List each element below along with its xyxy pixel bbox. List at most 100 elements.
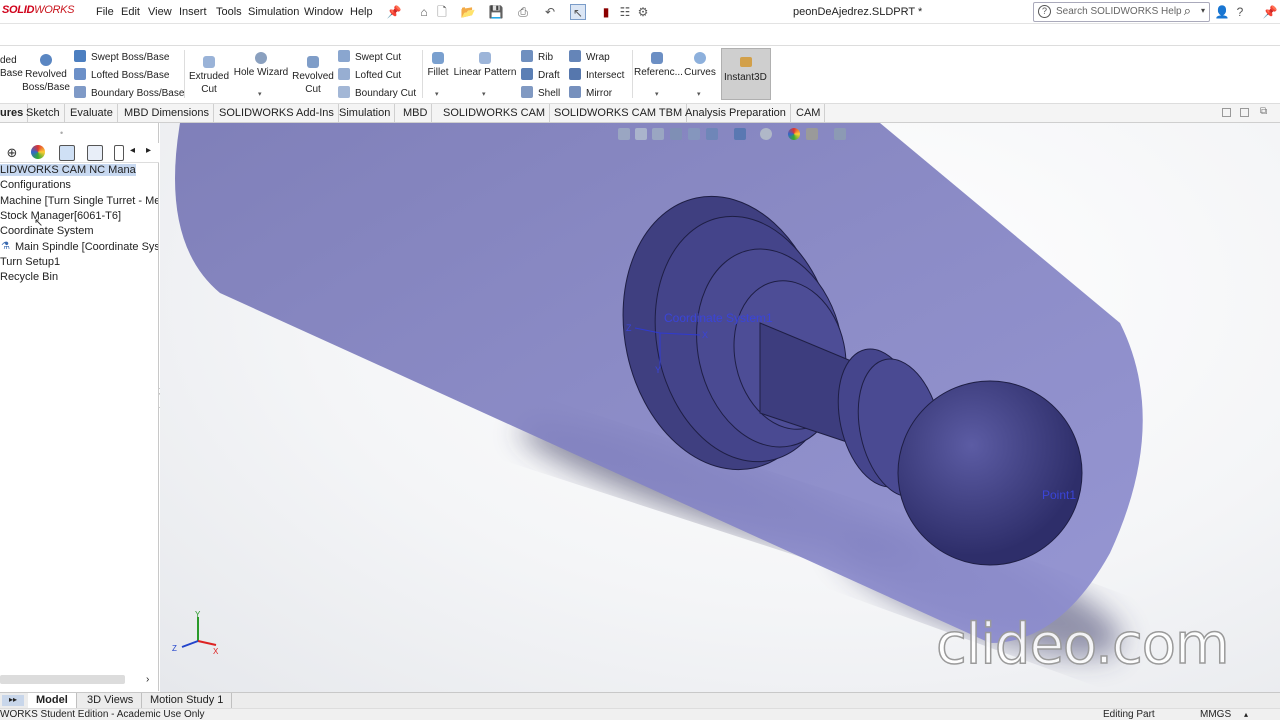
tab-mbd[interactable]: MBD — [399, 104, 433, 122]
menu-view[interactable]: View — [148, 6, 172, 18]
menu-simulation[interactable]: Simulation — [248, 6, 299, 18]
dynamic-annotation-icon[interactable] — [688, 128, 700, 140]
tree-item-cam-nc-manager[interactable]: LIDWORKS CAM NC Manager — [0, 164, 136, 176]
scroll-right-icon[interactable]: › — [146, 674, 149, 685]
select-pointer-icon[interactable]: ↖ — [570, 4, 586, 20]
appearance-tab-icon[interactable] — [31, 145, 45, 159]
solidworks-logo[interactable]: SOLIDWORKS — [2, 4, 74, 16]
tab-scroll-arrows[interactable]: ▸▸ — [2, 695, 24, 706]
swept-boss-button[interactable]: Swept Boss/Base — [74, 50, 169, 64]
expand-icon[interactable]: ⧉ — [1260, 106, 1267, 117]
chevron-down-icon[interactable]: ▾ — [1201, 6, 1205, 15]
chevron-down-icon[interactable]: ▾ — [655, 90, 659, 98]
swept-cut-button[interactable]: Swept Cut — [338, 50, 401, 64]
linear-pattern-button[interactable]: Linear Pattern — [453, 52, 517, 79]
search-input[interactable]: Search SOLIDWORKS Help — [1056, 6, 1182, 17]
traffic-light-icon[interactable]: ▮ — [598, 4, 614, 20]
section-view-icon[interactable] — [670, 128, 682, 140]
menu-file[interactable]: File — [96, 6, 114, 18]
instant3d-button[interactable]: Instant3D — [721, 48, 771, 100]
tab-3d-views[interactable]: 3D Views — [79, 693, 143, 708]
fillet-button[interactable]: Fillet — [424, 52, 452, 79]
menu-tools[interactable]: Tools — [216, 6, 242, 18]
tree-horizontal-scrollbar[interactable] — [0, 675, 125, 684]
restore-icon[interactable] — [1222, 108, 1231, 117]
revolved-boss-button[interactable]: Revolved Boss/Base — [22, 54, 70, 94]
extruded-boss-button[interactable]: ded Base — [0, 54, 23, 80]
view-orientation-icon[interactable] — [706, 128, 718, 140]
cam-operation-tree-icon[interactable] — [87, 145, 103, 161]
shell-button[interactable]: Shell — [521, 86, 560, 100]
tab-simulation[interactable]: Simulation — [335, 104, 396, 122]
print-icon[interactable]: ⎙ — [515, 4, 531, 20]
zoom-area-icon[interactable] — [635, 128, 647, 140]
tree-item-main-spindle[interactable]: Main Spindle [Coordinate Syste — [15, 241, 158, 253]
menu-help[interactable]: Help — [350, 6, 373, 18]
tree-item-turn-setup[interactable]: Turn Setup1 — [0, 256, 158, 268]
tree-item-configurations[interactable]: Configurations — [0, 179, 158, 191]
chevron-down-icon[interactable]: ▾ — [435, 90, 439, 98]
chevron-down-icon[interactable]: ▾ — [697, 90, 701, 98]
tab-solidworks-cam[interactable]: SOLIDWORKS CAM — [439, 104, 551, 122]
menu-insert[interactable]: Insert — [179, 6, 207, 18]
search-icon[interactable]: ⌕ — [1184, 3, 1191, 19]
boundary-boss-button[interactable]: Boundary Boss/Base — [74, 86, 184, 100]
edit-appearance-icon[interactable] — [788, 128, 800, 140]
tab-solidworks-cam-tbm[interactable]: SOLIDWORKS CAM TBM — [550, 104, 688, 122]
boundary-cut-button[interactable]: Boundary Cut — [338, 86, 416, 100]
search-help-box[interactable]: ? Search SOLIDWORKS Help ⌕ ▾ — [1033, 2, 1210, 22]
zoom-to-fit-icon[interactable] — [618, 128, 630, 140]
tree-item-machine[interactable]: Machine [Turn Single Turret - Metr — [0, 195, 158, 207]
feature-manager-tab-icon[interactable]: ⊕ — [4, 145, 20, 161]
reference-geometry-button[interactable]: Referenc... — [634, 52, 683, 79]
curves-button[interactable]: Curves — [683, 52, 717, 79]
wrap-button[interactable]: Wrap — [569, 50, 610, 64]
hole-wizard-button[interactable]: Hole Wizard — [233, 52, 289, 79]
tab-solidworks-add-ins[interactable]: SOLIDWORKS Add-Ins — [215, 104, 339, 122]
coordinate-system-label[interactable]: Coordinate System1 — [664, 311, 773, 325]
draft-button[interactable]: Draft — [521, 68, 560, 82]
save-icon[interactable]: 💾 — [488, 4, 504, 20]
units-dropdown-icon[interactable]: ▴ — [1244, 709, 1248, 721]
lofted-cut-button[interactable]: Lofted Cut — [338, 68, 401, 82]
intersect-button[interactable]: Intersect — [569, 68, 624, 82]
file-properties-icon[interactable]: ☷ — [617, 4, 633, 20]
lofted-boss-button[interactable]: Lofted Boss/Base — [74, 68, 169, 82]
tab-evaluate[interactable]: Evaluate — [66, 104, 118, 122]
tab-mbd-dimensions[interactable]: MBD Dimensions — [120, 104, 214, 122]
tree-item-stock-manager[interactable]: Stock Manager[6061-T6] — [0, 210, 158, 222]
help-icon[interactable]: ? — [1232, 4, 1248, 20]
open-folder-icon[interactable]: 📂 — [460, 4, 476, 20]
user-icon[interactable]: 👤 — [1214, 4, 1230, 20]
tab-motion-study-1[interactable]: Motion Study 1 — [142, 693, 233, 708]
point-label[interactable]: Point1 — [1042, 488, 1076, 502]
display-style-icon[interactable] — [734, 128, 746, 140]
units-status[interactable]: MMGS — [1200, 709, 1231, 721]
pin-icon[interactable]: 📌 — [386, 4, 402, 20]
pin-panel-icon[interactable]: 📌 — [1262, 4, 1278, 20]
chevron-left-icon[interactable]: ◂ — [130, 145, 135, 156]
menu-edit[interactable]: Edit — [121, 6, 140, 18]
maximize-icon[interactable] — [1240, 108, 1249, 117]
hide-show-items-icon[interactable] — [760, 128, 772, 140]
chevron-down-icon[interactable]: ▾ — [258, 90, 262, 98]
rib-button[interactable]: Rib — [521, 50, 553, 64]
tab-analysis-preparation[interactable]: Analysis Preparation — [681, 104, 791, 122]
extruded-cut-button[interactable]: Extruded Cut — [187, 56, 231, 96]
cam-feature-tree-icon[interactable] — [59, 145, 75, 161]
graphics-area[interactable]: Coordinate System1 Z Y X Point1 Y X Z — [160, 123, 1280, 692]
undo-icon[interactable]: ↶ — [542, 4, 558, 20]
panel-grip-icon[interactable]: • — [60, 128, 63, 138]
tab-model[interactable]: Model — [28, 693, 77, 708]
new-document-icon[interactable]: 🗋 — [434, 4, 450, 20]
home-icon[interactable]: ⌂ — [416, 4, 432, 20]
previous-view-icon[interactable] — [652, 128, 664, 140]
tab-cam[interactable]: CAM — [792, 104, 826, 122]
chevron-down-icon[interactable]: ▾ — [482, 90, 486, 98]
tree-item-coordinate-system[interactable]: Coordinate System — [0, 225, 158, 237]
cam-tool-tree-icon[interactable] — [114, 145, 124, 161]
view-settings-icon[interactable] — [834, 128, 846, 140]
menu-window[interactable]: Window — [304, 6, 343, 18]
revolved-cut-button[interactable]: Revolved Cut — [291, 56, 335, 96]
tree-item-recycle-bin[interactable]: Recycle Bin — [0, 271, 158, 283]
